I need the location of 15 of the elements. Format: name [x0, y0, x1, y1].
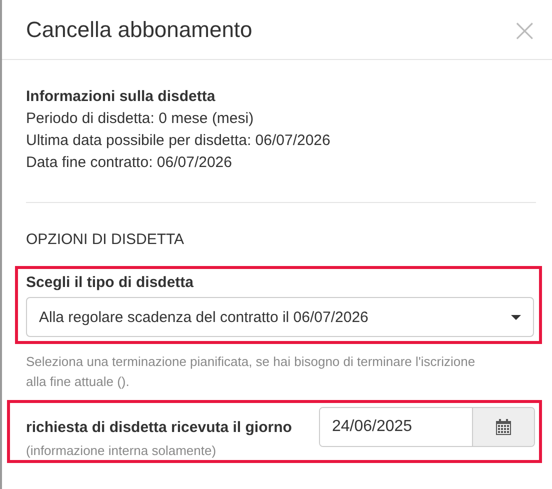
info-line: Ultima data possibile per disdetta: 06/07/2026 [26, 131, 332, 151]
field-label: Scegli il tipo di disdetta [26, 274, 195, 291]
calendar-icon [496, 419, 511, 435]
calendar-button[interactable] [472, 408, 534, 446]
info-line: Data fine contratto: 06/07/2026 [26, 153, 233, 173]
help-text: Seleziona una terminazione pianificata, se hai bisogno di terminare l'iscrizione alla fine attuale (). [26, 353, 476, 391]
field-note: (informazione interna solamente) [26, 443, 218, 458]
section-heading: OPZIONI DI DISDETTA [26, 231, 186, 248]
info-line: Periodo di disdetta: 0 mese (mesi) [26, 109, 255, 129]
info-heading: Informazioni sulla disdetta [26, 87, 216, 107]
field-label: richiesta di disdetta ricevuta il giorno [26, 418, 292, 436]
date-field[interactable]: 24/06/2025 [319, 407, 535, 447]
caret-icon [511, 314, 521, 320]
type-select[interactable]: Alla regolare scadenza del contratto il 06/07/2026 [26, 297, 534, 337]
dialog-title: Cancella abbonamento [26, 16, 252, 42]
